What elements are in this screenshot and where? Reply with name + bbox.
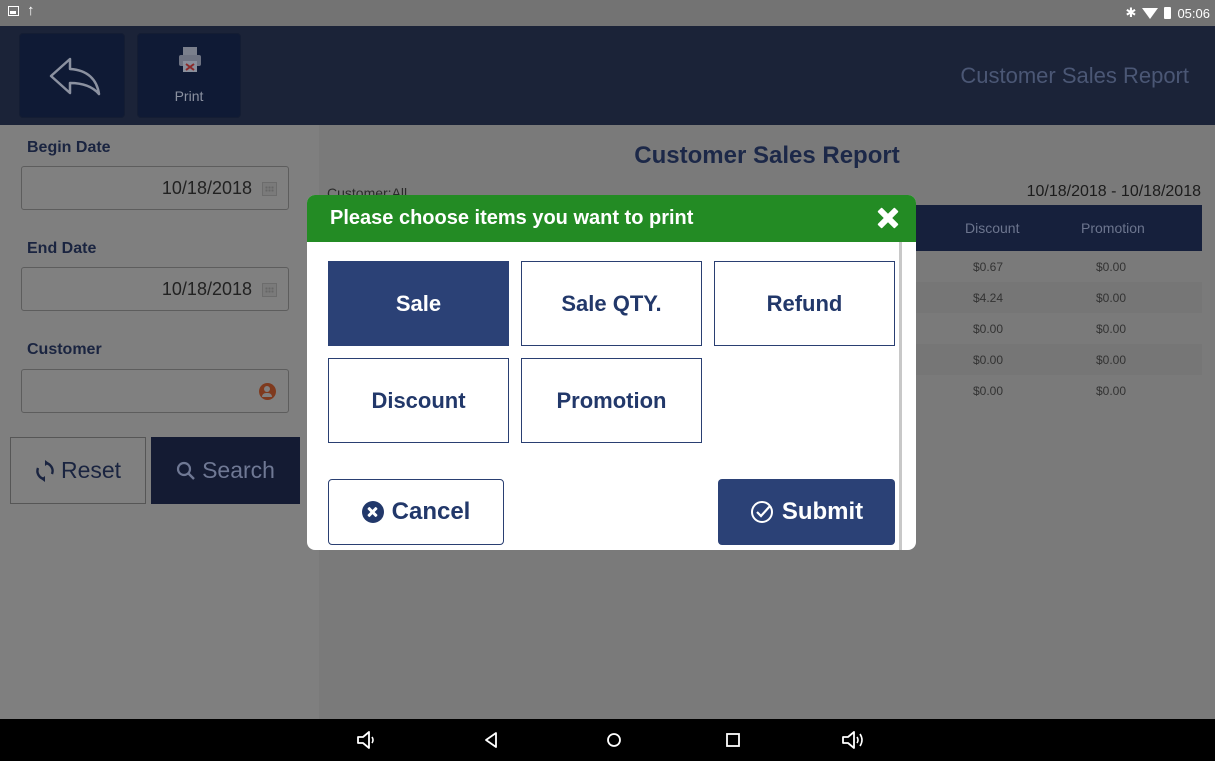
begin-date-input[interactable]: 10/18/2018	[21, 166, 289, 210]
table-cell: $4.24	[973, 291, 1004, 305]
column-header-discount: Discount	[965, 220, 1020, 236]
customer-label: Customer	[27, 341, 102, 358]
cancel-button-label: Cancel	[391, 498, 471, 525]
calendar-icon	[262, 283, 277, 297]
print-button[interactable]: Print	[137, 33, 241, 118]
dialog-title: Please choose items you want to print	[330, 207, 694, 229]
table-cell: $0.00	[973, 322, 1004, 336]
back-arrow-icon	[49, 57, 101, 96]
column-header-promotion: Promotion	[1081, 220, 1145, 236]
clock: 05:06	[1177, 5, 1210, 21]
table-cell: $0.00	[1096, 291, 1127, 305]
wifi-icon	[1142, 7, 1159, 19]
search-button[interactable]: Search	[151, 437, 300, 504]
option-promotion[interactable]: Promotion	[521, 358, 702, 443]
print-options-dialog: Please choose items you want to print Sa…	[307, 195, 916, 550]
submit-button[interactable]: Submit	[718, 479, 895, 545]
battery-icon	[1164, 7, 1172, 19]
home-nav-icon[interactable]	[604, 729, 624, 751]
system-nav-bar	[0, 719, 1215, 761]
table-cell: $0.00	[1096, 384, 1127, 398]
reset-button[interactable]: Reset	[10, 437, 146, 504]
bluetooth-icon: ✱	[1125, 5, 1137, 20]
recents-nav-icon[interactable]	[724, 729, 742, 751]
volume-up-icon[interactable]	[840, 729, 870, 751]
close-icon[interactable]	[874, 204, 902, 232]
report-title: Customer Sales Report	[634, 142, 900, 169]
option-sale[interactable]: Sale	[328, 261, 509, 346]
volume-down-icon[interactable]	[355, 729, 379, 751]
page-title: Customer Sales Report	[960, 63, 1189, 88]
back-button[interactable]	[19, 33, 125, 118]
end-date-value: 10/18/2018	[161, 279, 252, 299]
end-date-label: End Date	[27, 240, 97, 257]
person-icon[interactable]	[259, 383, 276, 400]
search-icon	[176, 461, 195, 480]
print-button-label: Print	[174, 88, 204, 104]
begin-date-value: 10/18/2018	[161, 178, 252, 198]
end-date-input[interactable]: 10/18/2018	[21, 267, 289, 311]
customer-input[interactable]	[21, 369, 289, 413]
image-notification-icon	[8, 6, 19, 16]
report-date-range: 10/18/2018 - 10/18/2018	[1026, 183, 1201, 200]
table-cell: $0.00	[973, 384, 1004, 398]
refresh-icon	[36, 459, 54, 482]
dialog-scrollbar[interactable]	[899, 242, 902, 550]
option-sale-qty[interactable]: Sale QTY.	[521, 261, 702, 346]
check-circle-icon	[750, 501, 773, 523]
app-header: Print Customer Sales Report	[0, 26, 1215, 125]
begin-date-label: Begin Date	[27, 139, 111, 156]
option-refund[interactable]: Refund	[714, 261, 895, 346]
submit-button-label: Submit	[781, 498, 864, 525]
cancel-button[interactable]: Cancel	[328, 479, 504, 545]
dialog-header: Please choose items you want to print	[307, 195, 916, 242]
table-cell: $0.00	[1096, 322, 1127, 336]
table-cell: $0.00	[973, 353, 1004, 367]
table-cell: $0.00	[1096, 353, 1127, 367]
table-cell: $0.67	[973, 260, 1004, 274]
reset-button-label: Reset	[60, 457, 122, 483]
upload-notification-icon: ↑	[27, 2, 35, 19]
filter-sidebar: Begin Date 10/18/2018 End Date 10/18/201…	[0, 125, 319, 719]
option-discount[interactable]: Discount	[328, 358, 509, 443]
status-bar: ↑ ✱ 05:06	[0, 0, 1215, 26]
back-nav-icon[interactable]	[482, 729, 500, 751]
printer-icon	[179, 47, 201, 72]
cancel-circle-icon	[361, 501, 384, 523]
table-cell: $0.00	[1096, 260, 1127, 274]
calendar-icon	[262, 182, 277, 196]
search-button-label: Search	[202, 457, 275, 483]
